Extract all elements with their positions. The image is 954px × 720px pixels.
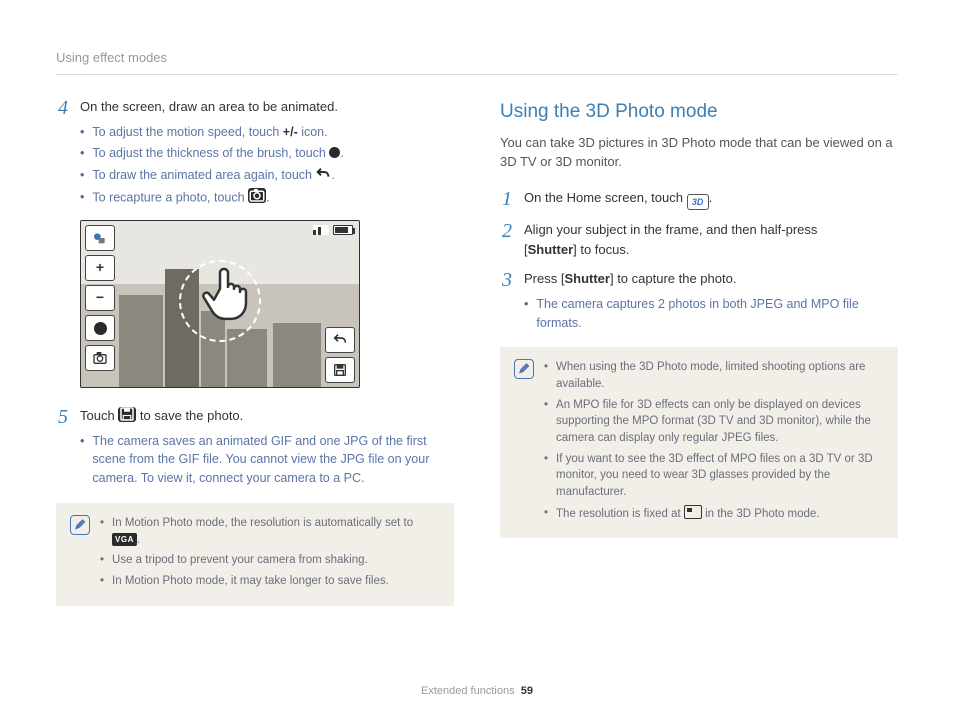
mode-button[interactable]: [85, 225, 115, 251]
step-3-bullets: The camera captures 2 photos in both JPE…: [524, 295, 898, 333]
step-body: Press [Shutter] to capture the photo. Th…: [524, 269, 898, 335]
plus-minus-icon: +/-: [283, 125, 298, 139]
undo-icon: [315, 167, 331, 181]
step-text-before: Touch: [80, 408, 118, 423]
note-list: In Motion Photo mode, the resolution is …: [100, 515, 440, 594]
note-box-left: In Motion Photo mode, the resolution is …: [56, 503, 454, 606]
bullet-text: The camera saves an animated GIF and one…: [92, 432, 454, 488]
step-5: 5 Touch to save the photo. The camera sa…: [56, 406, 454, 491]
footer-section: Extended functions: [421, 685, 515, 697]
step-text: On the screen, draw an area to be animat…: [80, 99, 338, 114]
step-body: Touch to save the photo. The camera save…: [80, 406, 454, 491]
camera-icon: [248, 188, 266, 203]
camera-button[interactable]: [85, 345, 115, 371]
touch-hand-icon: [194, 259, 258, 329]
step-number: 4: [56, 97, 70, 210]
page-header: Using effect modes: [56, 48, 898, 75]
section-intro: You can take 3D pictures in 3D Photo mod…: [500, 133, 898, 172]
shutter-label: Shutter: [564, 271, 610, 286]
right-column: Using the 3D Photo mode You can take 3D …: [500, 97, 898, 605]
bullet: To recapture a photo, touch .: [80, 188, 454, 207]
step-3: 3 Press [Shutter] to capture the photo. …: [500, 269, 898, 335]
resolution-icon: [684, 505, 702, 519]
step-text-after: to save the photo.: [136, 408, 243, 423]
content-columns: 4 On the screen, draw an area to be anim…: [56, 97, 898, 605]
note-item: In Motion Photo mode, the resolution is …: [100, 515, 440, 548]
left-column: 4 On the screen, draw an area to be anim…: [56, 97, 454, 605]
note-icon: [514, 359, 534, 379]
step-4-bullets: To adjust the motion speed, touch +/- ic…: [80, 123, 454, 208]
minus-button[interactable]: −: [85, 285, 115, 311]
step-2: 2 Align your subject in the frame, and t…: [500, 220, 898, 259]
section-title: Using the 3D Photo mode: [500, 97, 898, 126]
plus-button[interactable]: +: [85, 255, 115, 281]
screen-left-buttons: + −: [85, 225, 115, 383]
note-item: If you want to see the 3D effect of MPO …: [544, 451, 884, 501]
save-button[interactable]: [325, 357, 355, 383]
note-item: An MPO file for 3D effects can only be d…: [544, 397, 884, 447]
step-number: 5: [56, 406, 70, 491]
step-body: On the Home screen, touch 3D.: [524, 188, 898, 211]
step-number: 3: [500, 269, 514, 335]
camera-screen-diagram: + −: [80, 220, 360, 388]
step-5-bullets: The camera saves an animated GIF and one…: [80, 432, 454, 488]
bullet: To adjust the motion speed, touch +/- ic…: [80, 123, 454, 142]
undo-button[interactable]: [325, 327, 355, 353]
bullet: To adjust the thickness of the brush, to…: [80, 144, 454, 163]
battery-icon: [333, 225, 353, 235]
shutter-label: Shutter: [528, 242, 574, 257]
step-number: 2: [500, 220, 514, 259]
step-body: On the screen, draw an area to be animat…: [80, 97, 454, 210]
bullet-text: The camera captures 2 photos in both JPE…: [536, 295, 898, 333]
step-4: 4 On the screen, draw an area to be anim…: [56, 97, 454, 210]
step-1: 1 On the Home screen, touch 3D.: [500, 188, 898, 211]
brush-button[interactable]: [85, 315, 115, 341]
page-number: 59: [521, 685, 533, 697]
note-list: When using the 3D Photo mode, limited sh…: [544, 359, 884, 526]
save-disk-icon: [118, 407, 136, 422]
3d-mode-icon: 3D: [687, 194, 709, 210]
note-item: Use a tripod to prevent your camera from…: [100, 552, 440, 569]
breadcrumb: Using effect modes: [56, 50, 167, 65]
note-box-right: When using the 3D Photo mode, limited sh…: [500, 347, 898, 538]
brush-dot-icon: [329, 147, 340, 158]
bullet: The camera captures 2 photos in both JPE…: [524, 295, 898, 333]
note-item: In Motion Photo mode, it may take longer…: [100, 573, 440, 590]
note-item: The resolution is fixed at in the 3D Pho…: [544, 505, 884, 523]
bullet: To draw the animated area again, touch .: [80, 166, 454, 185]
step-number: 1: [500, 188, 514, 211]
note-icon: [70, 515, 90, 535]
vga-badge: VGA: [112, 533, 137, 547]
bullet: The camera saves an animated GIF and one…: [80, 432, 454, 488]
step-body: Align your subject in the frame, and the…: [524, 220, 898, 259]
page-footer: Extended functions 59: [0, 683, 954, 700]
note-item: When using the 3D Photo mode, limited sh…: [544, 359, 884, 392]
screen-right-buttons: [325, 327, 355, 383]
